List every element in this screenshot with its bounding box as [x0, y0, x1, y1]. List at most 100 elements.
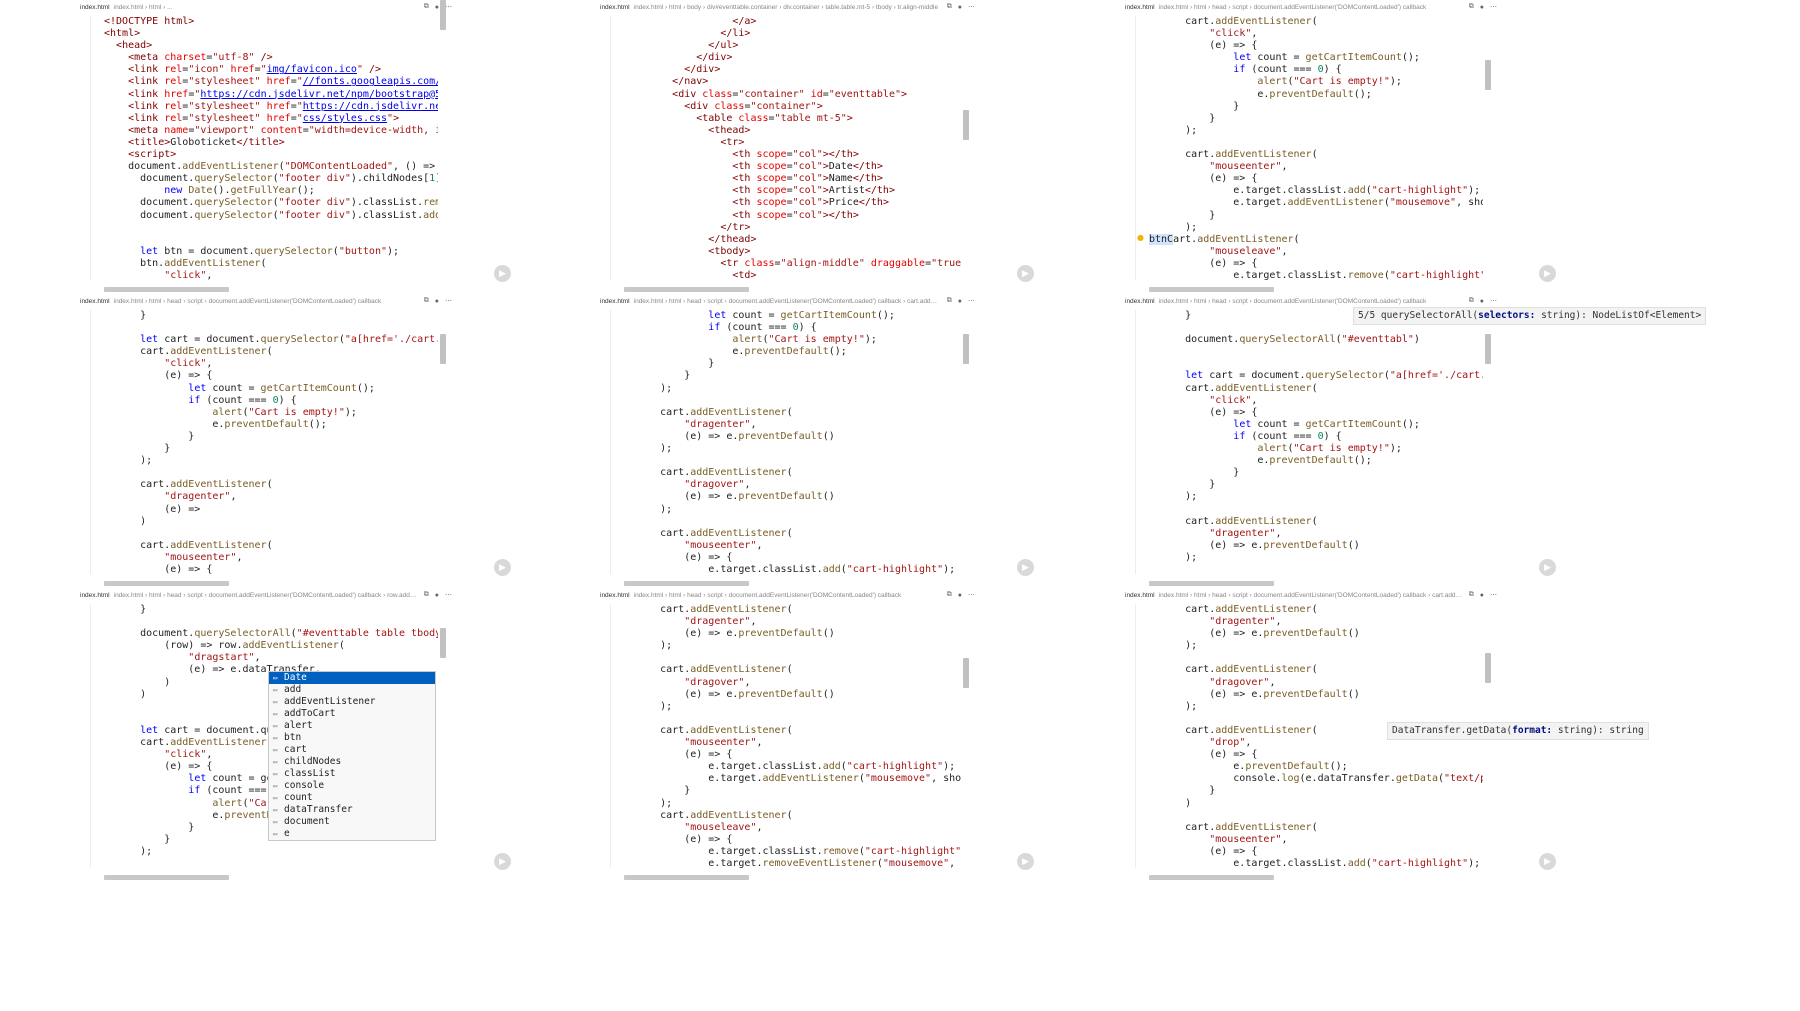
code-line[interactable]: cart.addEventListener( [624, 725, 961, 737]
code-line[interactable]: (e) => { [624, 552, 961, 564]
code-line[interactable]: "dragenter", [1149, 528, 1483, 540]
run-icon[interactable]: ▶ [1539, 559, 1556, 576]
code-line[interactable]: ); [624, 798, 961, 810]
code-line[interactable]: <link rel="icon" href="img/favicon.ico" … [104, 64, 438, 76]
code-line[interactable]: cart.addEventListener( [1149, 516, 1483, 528]
code-line[interactable]: let cart = document.querySelector("a[hre… [1149, 370, 1483, 382]
split-editor-icon[interactable]: ⧉ [1469, 3, 1474, 11]
code-line[interactable] [1149, 504, 1483, 516]
autocomplete-item[interactable]: ▭ btn [269, 732, 435, 744]
code-line[interactable]: ); [624, 443, 961, 455]
code-line[interactable]: ); [1149, 125, 1483, 137]
code-line[interactable]: (e) => { [1149, 749, 1483, 761]
file-tab[interactable]: index.html [600, 298, 630, 305]
modified-dot-icon[interactable]: ● [1480, 298, 1484, 305]
code-line[interactable]: let cart = document.querySelector("a[hre… [104, 334, 438, 346]
code-line[interactable] [104, 616, 438, 628]
code-line[interactable]: e.preventDefault(); [1149, 761, 1483, 773]
code-line[interactable]: } [1149, 113, 1483, 125]
autocomplete-list[interactable]: ▭ Date ▭ add ▭ addEventListener ▭ addToCart ▭ ale… [268, 671, 436, 841]
code-line[interactable]: <thead> [624, 125, 961, 137]
code-line[interactable]: document.querySelector("footer div").cla… [104, 197, 438, 209]
autocomplete-item[interactable]: ▭ e [269, 828, 435, 840]
code-line[interactable]: ); [1149, 552, 1483, 564]
file-tab[interactable]: index.html [80, 592, 110, 599]
horizontal-scrollbar[interactable] [1149, 287, 1274, 292]
code-line[interactable]: ); [1149, 491, 1483, 503]
code-line[interactable]: "dragenter", [1149, 616, 1483, 628]
split-editor-icon[interactable]: ⧉ [947, 297, 952, 305]
run-icon[interactable]: ▶ [1539, 265, 1556, 282]
code-line[interactable]: "mouseenter", [1149, 161, 1483, 173]
code-line[interactable]: cart.addEventListener( [1149, 149, 1483, 161]
code-line[interactable]: let count = getCartItemCount(); [104, 383, 438, 395]
code-line[interactable]: e.preventDefault(); [624, 346, 961, 358]
code-line[interactable]: cart.addEventListener( [1149, 664, 1483, 676]
more-actions-icon[interactable]: ⋯ [1490, 297, 1497, 305]
split-editor-icon[interactable]: ⧉ [947, 3, 952, 11]
code-line[interactable]: ); [1149, 222, 1483, 234]
code-area[interactable]: } document.querySelectorAll("#eventtabl"… [1149, 310, 1483, 574]
modified-dot-icon[interactable]: ● [435, 298, 439, 305]
code-line[interactable] [1149, 346, 1483, 358]
code-line[interactable]: "click", [104, 270, 438, 280]
code-line[interactable]: (e) => e.preventDefault() [624, 491, 961, 503]
scrollbar-thumb[interactable] [963, 658, 969, 688]
breadcrumb-path[interactable]: index.html › html › head › script › docu… [1159, 298, 1463, 305]
code-line[interactable]: ); [1149, 701, 1483, 713]
breadcrumb[interactable]: index.html index.html › html › body › div… [600, 0, 975, 14]
code-line[interactable]: let count = getCartItemCount(); [1149, 419, 1483, 431]
code-line[interactable] [624, 652, 961, 664]
editor-panel-p2[interactable]: index.html index.html › html › body › div… [600, 0, 975, 294]
editor-panel-p6[interactable]: index.html index.html › html › head › scr… [1125, 294, 1497, 588]
code-line[interactable]: e.target.classList.add("cart-highlight")… [624, 564, 961, 574]
autocomplete-item[interactable]: ▭ dataTransfer [269, 804, 435, 816]
vertical-scrollbar[interactable] [440, 0, 446, 294]
vertical-scrollbar[interactable] [1485, 294, 1491, 588]
more-actions-icon[interactable]: ⋯ [968, 591, 975, 599]
code-line[interactable]: "dragenter", [624, 616, 961, 628]
code-line[interactable]: <meta charset="utf-8" /> [104, 52, 438, 64]
code-line[interactable]: <tr class="align-middle" draggable="true… [624, 258, 961, 270]
scrollbar-thumb[interactable] [1485, 60, 1491, 90]
code-line[interactable]: (e) => { [104, 564, 438, 574]
vertical-scrollbar[interactable] [440, 588, 446, 882]
more-actions-icon[interactable]: ⋯ [445, 3, 452, 11]
code-line[interactable]: e.preventDefault(); [104, 419, 438, 431]
modified-dot-icon[interactable]: ● [435, 4, 439, 11]
code-line[interactable]: ); [624, 383, 961, 395]
file-tab[interactable]: index.html [1125, 4, 1155, 11]
code-line[interactable]: <link href="https://cdn.jsdelivr.net/npm… [104, 89, 438, 101]
code-line[interactable]: cart.addEventListener( [624, 810, 961, 822]
autocomplete-item[interactable]: ▭ childNodes [269, 756, 435, 768]
horizontal-scrollbar[interactable] [104, 581, 229, 586]
code-line[interactable] [624, 516, 961, 528]
code-line[interactable]: "dragenter", [104, 491, 438, 503]
editor-panel-p8[interactable]: index.html index.html › html › head › scr… [600, 588, 975, 882]
file-tab[interactable]: index.html [1125, 592, 1155, 599]
code-line[interactable]: e.target.classList.add("cart-highlight")… [1149, 858, 1483, 868]
code-line[interactable]: ); [624, 504, 961, 516]
code-area[interactable]: </a> </li> </ul> </div> </div> </nav> <d… [624, 16, 961, 280]
code-line[interactable]: ); [104, 455, 438, 467]
more-actions-icon[interactable]: ⋯ [1490, 3, 1497, 11]
vertical-scrollbar[interactable] [963, 0, 969, 294]
code-line[interactable]: let count = getCartItemCount(); [1149, 52, 1483, 64]
scrollbar-thumb[interactable] [1485, 334, 1491, 364]
code-line[interactable]: document.querySelectorAll("#eventtabl") [1149, 334, 1483, 346]
code-line[interactable]: "dragover", [1149, 677, 1483, 689]
breadcrumb-path[interactable]: index.html › html › head › script › docu… [1159, 4, 1463, 11]
code-line[interactable]: ); [624, 701, 961, 713]
code-line[interactable]: ) [1149, 798, 1483, 810]
code-line[interactable]: ); [104, 846, 438, 858]
code-line[interactable]: } [624, 785, 961, 797]
code-line[interactable]: (row) => row.addEventListener( [104, 640, 438, 652]
code-line[interactable]: cart.addEventListener( [104, 479, 438, 491]
breadcrumb[interactable]: index.html index.html › html › head › scr… [80, 588, 452, 602]
split-editor-icon[interactable]: ⧉ [947, 591, 952, 599]
code-line[interactable]: (e) => { [104, 370, 438, 382]
code-line[interactable]: (e) => { [1149, 846, 1483, 858]
code-line[interactable]: "dragenter", [624, 419, 961, 431]
horizontal-scrollbar[interactable] [104, 287, 229, 292]
more-actions-icon[interactable]: ⋯ [968, 297, 975, 305]
